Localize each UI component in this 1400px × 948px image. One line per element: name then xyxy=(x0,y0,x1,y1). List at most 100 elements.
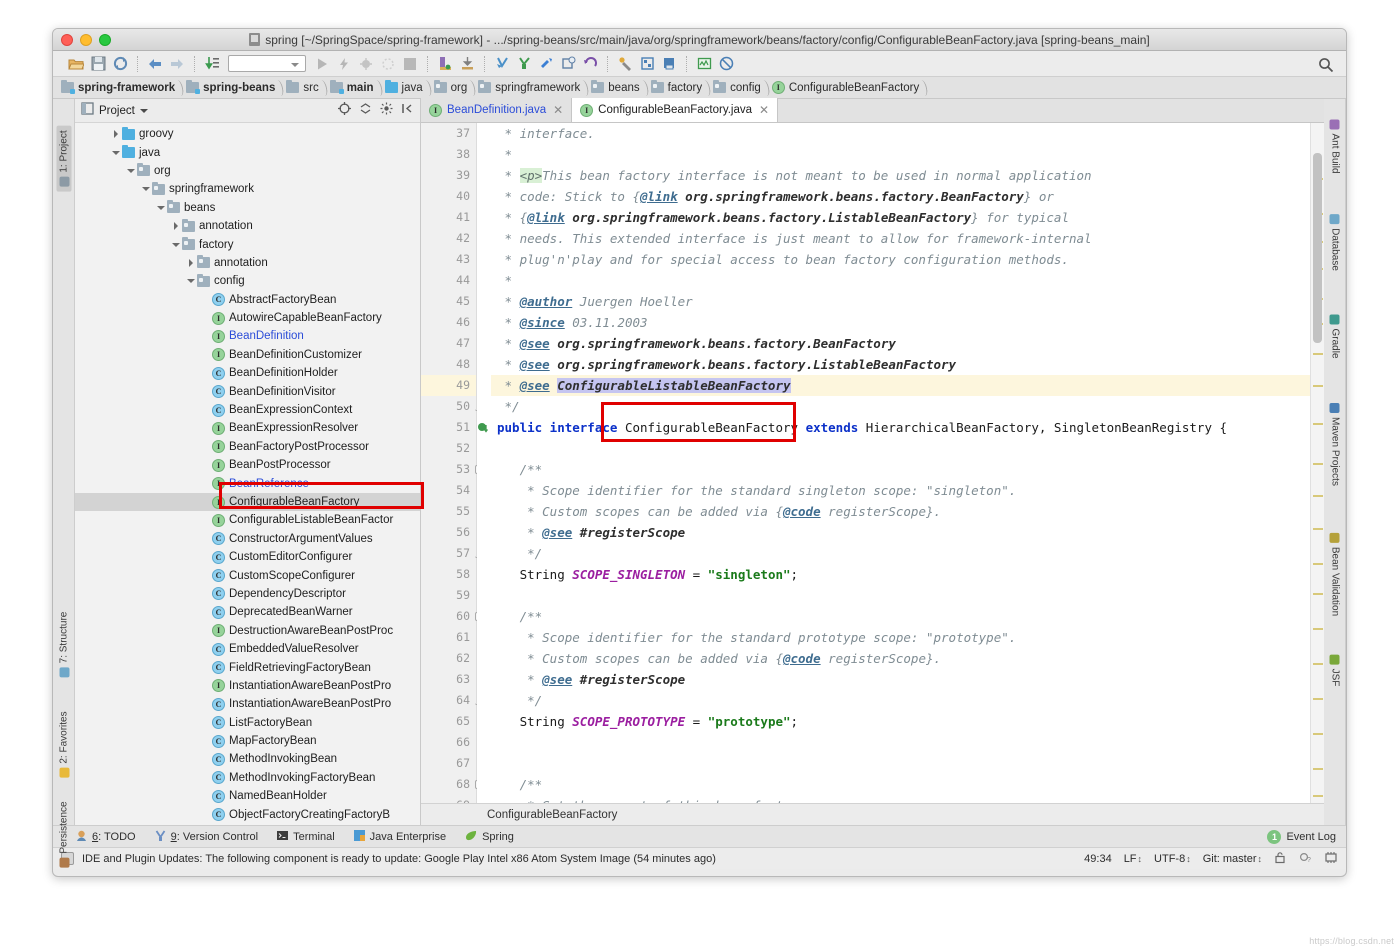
close-tab-icon[interactable]: ✕ xyxy=(553,103,563,117)
tree-node[interactable]: C MethodInvokingFactoryBean xyxy=(75,769,420,787)
project-structure-icon[interactable] xyxy=(637,54,657,74)
expand-arrow-icon[interactable] xyxy=(184,279,197,284)
commit-icon[interactable] xyxy=(514,54,534,74)
git-branch[interactable]: Git: master xyxy=(1203,853,1262,865)
code-line[interactable]: * interface. xyxy=(491,123,1310,144)
code-line[interactable]: * @see org.springframework.beans.factory… xyxy=(491,354,1310,375)
code-line[interactable]: * <p>This bean factory interface is not … xyxy=(491,165,1310,186)
bottom-tool-terminal[interactable]: Terminal xyxy=(276,829,335,845)
code-line[interactable]: * @author Juergen Hoeller xyxy=(491,291,1310,312)
code-line[interactable] xyxy=(491,753,1310,774)
tree-node[interactable]: annotation xyxy=(75,217,420,235)
code-line[interactable]: */ xyxy=(491,543,1310,564)
code-line[interactable]: * Custom scopes can be added via {@code … xyxy=(491,648,1310,669)
rail-item-ant-build[interactable]: Ant Build xyxy=(1329,119,1340,174)
collapse-all-icon[interactable] xyxy=(359,102,372,120)
tree-node[interactable]: springframework xyxy=(75,180,420,198)
status-right-group[interactable]: 49:34 LF UTF-8 Git: master ? xyxy=(1084,851,1338,867)
tree-node[interactable]: I AutowireCapableBeanFactory xyxy=(75,309,420,327)
tree-node[interactable]: org xyxy=(75,162,420,180)
bottom-tool-spring[interactable]: Spring xyxy=(464,829,514,845)
code-line[interactable]: * code: Stick to {@link org.springframew… xyxy=(491,186,1310,207)
tree-node[interactable]: C DependencyDescriptor xyxy=(75,585,420,603)
save-all-icon[interactable] xyxy=(88,54,108,74)
project-panel-actions[interactable] xyxy=(338,101,414,120)
error-stripe-scrollbar[interactable] xyxy=(1310,123,1324,803)
close-window-button[interactable] xyxy=(61,34,73,46)
avd-manager-icon[interactable] xyxy=(694,54,714,74)
code-line[interactable]: * xyxy=(491,270,1310,291)
update-project-icon[interactable] xyxy=(202,54,222,74)
minimize-window-button[interactable] xyxy=(80,34,92,46)
status-bar[interactable]: IDE and Plugin Updates: The following co… xyxy=(53,847,1346,869)
close-tab-icon[interactable]: ✕ xyxy=(759,103,769,117)
breadcrumb-item-factory[interactable]: factory xyxy=(647,77,710,99)
bottom-tool-todo[interactable]: 6: TODO xyxy=(75,829,136,845)
settings-icon[interactable] xyxy=(615,54,635,74)
search-everywhere-icon[interactable] xyxy=(1316,55,1336,75)
toolbar-group-tools[interactable] xyxy=(610,54,684,74)
tree-node[interactable]: config xyxy=(75,272,420,290)
expand-arrow-icon[interactable] xyxy=(124,168,137,173)
tree-node[interactable]: C CustomScopeConfigurer xyxy=(75,566,420,584)
tree-node[interactable]: I BeanReference xyxy=(75,474,420,492)
code-line[interactable]: * plug'n'play and for special access to … xyxy=(491,249,1310,270)
code-line[interactable]: * @see #registerScope xyxy=(491,522,1310,543)
settings-gear-icon[interactable] xyxy=(380,102,393,120)
code-line[interactable]: * @see org.springframework.beans.factory… xyxy=(491,333,1310,354)
expand-arrow-icon[interactable] xyxy=(169,222,182,231)
code-line[interactable]: * {@link org.springframework.beans.facto… xyxy=(491,207,1310,228)
rail-item-jsf[interactable]: JSF xyxy=(1329,654,1340,686)
project-tree[interactable]: groovy java org springframework beans annotat… xyxy=(75,123,420,825)
update-vcs-icon[interactable] xyxy=(492,54,512,74)
toolbar-group-vcs[interactable] xyxy=(487,54,605,74)
toolbar-group-extra[interactable] xyxy=(689,54,741,74)
source-code[interactable]: * interface. * * <p>This bean factory in… xyxy=(491,123,1310,803)
undo-icon[interactable] xyxy=(580,54,600,74)
tree-node[interactable]: C EmbeddedValueResolver xyxy=(75,640,420,658)
tree-node[interactable]: annotation xyxy=(75,254,420,272)
expand-arrow-icon[interactable] xyxy=(109,130,122,139)
rail-item-persistence[interactable]: Persistence xyxy=(58,801,69,868)
tree-node[interactable]: groovy xyxy=(75,125,420,143)
open-project-icon[interactable] xyxy=(66,54,86,74)
breadcrumb-item-main[interactable]: main xyxy=(326,77,381,99)
toolbar-group-run[interactable] xyxy=(197,54,425,74)
rail-item-database[interactable]: Database xyxy=(1329,214,1340,271)
gutter-markers[interactable] xyxy=(477,123,491,803)
tree-node[interactable]: I ConfigurableListableBeanFactor xyxy=(75,511,420,529)
rollback-icon[interactable] xyxy=(558,54,578,74)
locate-icon[interactable] xyxy=(338,101,351,120)
breadcrumb-item-springframework[interactable]: springframework xyxy=(474,77,587,99)
breadcrumb-item-spring-beans[interactable]: spring-beans xyxy=(182,77,282,99)
tree-node[interactable]: C BeanExpressionContext xyxy=(75,401,420,419)
toolbar-group-build[interactable] xyxy=(430,54,482,74)
code-line[interactable]: * Set the parent of this bean factory. xyxy=(491,795,1310,803)
code-line[interactable] xyxy=(491,732,1310,753)
toolbar-group-file[interactable] xyxy=(61,54,135,74)
rail-item-maven-projects[interactable]: Maven Projects xyxy=(1329,403,1340,486)
back-icon[interactable] xyxy=(145,54,165,74)
rail-item-structure[interactable]: 7: Structure xyxy=(58,612,69,678)
expand-arrow-icon[interactable] xyxy=(154,205,167,210)
code-line[interactable]: String SCOPE_SINGLETON = "singleton"; xyxy=(491,564,1310,585)
code-line[interactable]: */ xyxy=(491,690,1310,711)
chevron-down-icon[interactable] xyxy=(139,108,148,113)
rail-item-gradle[interactable]: Gradle xyxy=(1329,314,1340,359)
code-line[interactable]: * @see ConfigurableListableBeanFactory xyxy=(491,375,1310,396)
code-line[interactable]: * Scope identifier for the standard prot… xyxy=(491,627,1310,648)
rail-item-project[interactable]: 1: Project xyxy=(56,125,71,192)
sdk-manager-icon[interactable] xyxy=(659,54,679,74)
code-line[interactable] xyxy=(491,585,1310,606)
breadcrumb-item-java[interactable]: java xyxy=(381,77,430,99)
expand-arrow-icon[interactable] xyxy=(139,187,152,192)
expand-arrow-icon[interactable] xyxy=(184,258,197,267)
project-tool-window[interactable]: Project groovy java org springframework … xyxy=(75,99,421,825)
file-encoding[interactable]: UTF-8 xyxy=(1154,853,1191,865)
tree-node-selected[interactable]: I ConfigurableBeanFactory xyxy=(75,492,420,512)
code-line[interactable]: * @since 03.11.2003 xyxy=(491,312,1310,333)
hide-panel-icon[interactable] xyxy=(401,102,414,120)
tree-node[interactable]: C CustomEditorConfigurer xyxy=(75,548,420,566)
breadcrumb-item-configurablebeanfactory[interactable]: I ConfigurableBeanFactory xyxy=(768,77,926,99)
line-number-gutter[interactable]: 37 38 39 40 41 42 43 44 45 46 47 48 4950⌐ 51 52 53− 54 55… xyxy=(421,123,484,803)
